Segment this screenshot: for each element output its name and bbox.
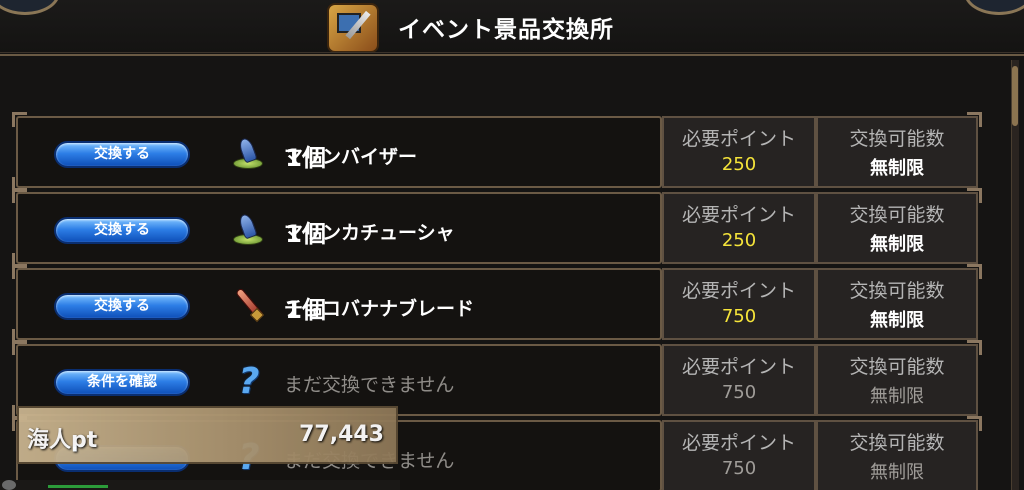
exchange-limit-cell: 交換可能数 無制限 — [816, 340, 982, 416]
required-points-value: 750 — [721, 382, 757, 403]
check-conditions-button[interactable]: 条件を確認 — [54, 369, 190, 396]
required-points-label: 必要ポイント — [681, 356, 796, 378]
exchange-limit-value: 無制限 — [870, 462, 924, 483]
required-points-cell: 必要ポイント 750 — [662, 344, 816, 416]
exchange-limit-label: 交換可能数 — [849, 280, 945, 302]
exchange-limit-label: 交換可能数 — [849, 356, 945, 378]
item-quantity: 1個 — [285, 296, 326, 324]
required-points-cell: 必要ポイント 250 — [662, 192, 816, 264]
marine-hat-icon — [230, 212, 266, 248]
exchange-limit-cell: 交換可能数 無制限 — [816, 264, 982, 340]
required-points-value: 250 — [721, 230, 757, 251]
item-quantity: 1個 — [285, 220, 326, 248]
scrollbar-thumb[interactable] — [1012, 66, 1018, 126]
item-quantity: 1個 — [285, 144, 326, 172]
reward-row: 交換する マリンカチューシャ 1個 必要ポイント 250 交換可能数 無制限 — [12, 188, 982, 268]
reward-row-frame: 交換する マリンカチューシャ 1個 — [12, 188, 662, 268]
required-points-value: 250 — [721, 154, 757, 175]
question-icon: ? — [238, 361, 260, 402]
exchange-limit-label: 交換可能数 — [849, 128, 945, 150]
exchange-limit-label: 交換可能数 — [849, 204, 945, 226]
exchange-button[interactable]: 交換する — [54, 217, 190, 244]
exchange-limit-value: 無制限 — [870, 234, 924, 255]
page-title: イベント景品交換所 — [398, 17, 614, 43]
reward-row: 交換する マリンバイザー 1個 必要ポイント 250 交換可能数 無制限 — [12, 112, 982, 192]
required-points-label: 必要ポイント — [681, 432, 796, 454]
required-points-label: 必要ポイント — [681, 280, 796, 302]
required-points-cell: 必要ポイント 750 — [662, 420, 816, 490]
required-points-value: 750 — [721, 306, 757, 327]
exchange-limit-cell: 交換可能数 無制限 — [816, 112, 982, 188]
required-points-label: 必要ポイント — [681, 128, 796, 150]
marine-hat-icon — [230, 136, 266, 172]
blade-icon — [230, 287, 266, 324]
locked-item-text: まだ交換できません — [284, 374, 455, 396]
reward-row-frame: 交換する チョコバナナブレード 1個 — [12, 264, 662, 344]
exchange-button[interactable]: 交換する — [54, 293, 190, 320]
exchange-limit-label: 交換可能数 — [849, 432, 945, 454]
event-points-panel: 海人pt 77,443 — [17, 406, 398, 464]
required-points-label: 必要ポイント — [681, 204, 796, 226]
exchange-limit-cell: 交換可能数 無制限 — [816, 188, 982, 264]
exchange-shop-icon — [327, 3, 379, 53]
reward-row-frame: 交換する マリンバイザー 1個 — [12, 112, 662, 192]
bottom-status-bar — [0, 480, 400, 490]
exchange-limit-value: 無制限 — [870, 386, 924, 407]
exchange-limit-cell: 交換可能数 無制限 — [816, 416, 982, 490]
exchange-button[interactable]: 交換する — [54, 141, 190, 168]
exchange-limit-value: 無制限 — [870, 158, 924, 179]
reward-row: 交換する チョコバナナブレード 1個 必要ポイント 750 交換可能数 無制限 — [12, 264, 982, 344]
player-avatar-icon — [2, 480, 16, 490]
left-corner-ornament — [0, 0, 60, 15]
header-bar: イベント景品交換所 — [0, 0, 1024, 56]
stamina-gauge — [48, 485, 108, 488]
required-points-cell: 必要ポイント 750 — [662, 268, 816, 340]
right-corner-ornament — [964, 0, 1024, 15]
event-points-label: 海人pt — [27, 428, 98, 453]
exchange-limit-value: 無制限 — [870, 310, 924, 331]
event-points-value: 77,443 — [299, 422, 384, 447]
required-points-value: 750 — [721, 458, 757, 479]
required-points-cell: 必要ポイント 250 — [662, 116, 816, 188]
